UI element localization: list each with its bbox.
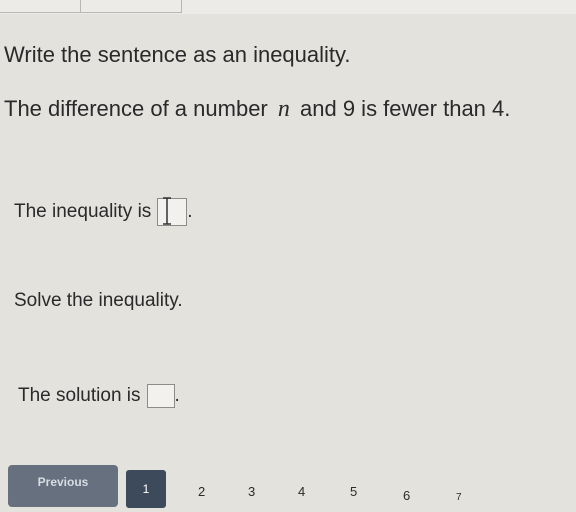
page-1-button[interactable]: 1 <box>126 470 166 508</box>
sentence-after: and 9 is fewer than 4. <box>300 96 511 121</box>
top-tab[interactable] <box>0 0 81 13</box>
variable-n: n <box>277 96 290 122</box>
solution-label: The solution is <box>18 385 141 407</box>
page-3-button[interactable]: 3 <box>248 484 255 499</box>
pagination-bar: Previous 1 2 3 4 5 6 7 <box>0 460 576 512</box>
top-bar <box>0 0 576 14</box>
top-tab[interactable] <box>81 0 182 13</box>
page-5-button[interactable]: 5 <box>350 484 357 499</box>
solution-period: . <box>174 385 180 407</box>
text-cursor-icon <box>163 197 171 225</box>
page-2-button[interactable]: 2 <box>198 484 205 499</box>
solution-line: The solution is. <box>18 384 180 408</box>
page-7-button[interactable]: 7 <box>456 492 462 503</box>
inequality-label: The inequality is <box>14 201 152 223</box>
inequality-period: . <box>187 201 193 223</box>
previous-button[interactable]: Previous <box>8 465 118 507</box>
question-sentence: The difference of a number n and 9 is fe… <box>4 96 510 123</box>
page-4-button[interactable]: 4 <box>298 484 305 499</box>
solve-prompt: Solve the inequality. <box>14 290 183 311</box>
sentence-before: The difference of a number <box>4 96 268 121</box>
question-instruction: Write the sentence as an inequality. <box>4 42 351 67</box>
page-6-button[interactable]: 6 <box>403 488 410 503</box>
solution-answer-box[interactable] <box>146 384 175 408</box>
